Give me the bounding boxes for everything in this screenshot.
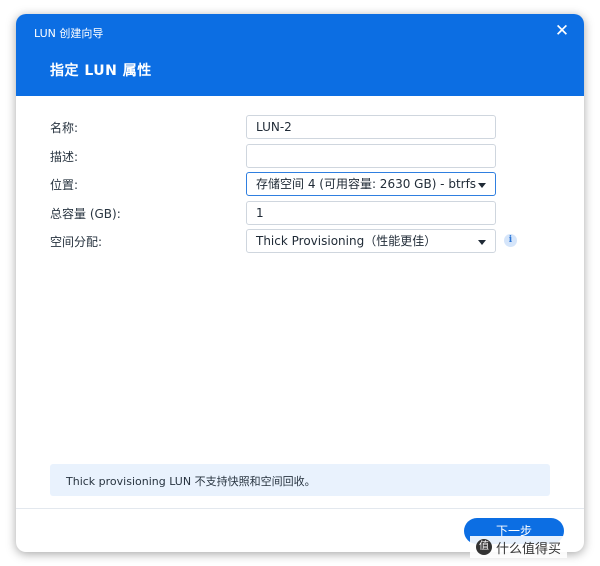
location-select[interactable]: 存储空间 4 (可用容量: 2630 GB) - btrfs xyxy=(246,172,496,196)
notice-banner: Thick provisioning LUN 不支持快照和空间回收。 xyxy=(50,464,550,496)
name-label: 名称: xyxy=(50,121,79,135)
location-label: 位置: xyxy=(50,178,79,192)
location-select-value: 存储空间 4 (可用容量: 2630 GB) - btrfs xyxy=(256,177,477,191)
footer-divider xyxy=(16,508,584,509)
wizard-title: LUN 创建向导 xyxy=(34,27,104,40)
chevron-down-icon xyxy=(478,183,486,188)
allocation-select-value: Thick Provisioning（性能更佳） xyxy=(256,234,437,248)
capacity-row: 总容量 (GB): 1 xyxy=(16,201,584,225)
description-label: 描述: xyxy=(50,150,79,164)
lun-wizard-dialog: LUN 创建向导 ✕ 指定 LUN 属性 名称: LUN-2 描述: 位置: 存… xyxy=(16,14,584,552)
watermark-logo-icon: 值 xyxy=(476,539,492,555)
capacity-label: 总容量 (GB): xyxy=(50,207,121,221)
description-field[interactable] xyxy=(246,144,496,168)
allocation-row: 空间分配: Thick Provisioning（性能更佳） i xyxy=(16,229,584,253)
description-row: 描述: xyxy=(16,144,584,168)
location-row: 位置: 存储空间 4 (可用容量: 2630 GB) - btrfs xyxy=(16,172,584,196)
allocation-label: 空间分配: xyxy=(50,235,103,249)
name-field[interactable]: LUN-2 xyxy=(246,115,496,139)
watermark-text: 什么值得买 xyxy=(496,541,562,557)
info-icon[interactable]: i xyxy=(504,234,517,247)
allocation-select[interactable]: Thick Provisioning（性能更佳） xyxy=(246,229,496,253)
step-title: 指定 LUN 属性 xyxy=(50,63,152,79)
chevron-down-icon xyxy=(478,240,486,245)
close-icon[interactable]: ✕ xyxy=(554,23,570,40)
name-row: 名称: LUN-2 xyxy=(16,115,584,139)
capacity-field[interactable]: 1 xyxy=(246,201,496,225)
dialog-header: LUN 创建向导 ✕ 指定 LUN 属性 xyxy=(16,14,584,96)
watermark: 值 什么值得买 xyxy=(470,536,568,558)
